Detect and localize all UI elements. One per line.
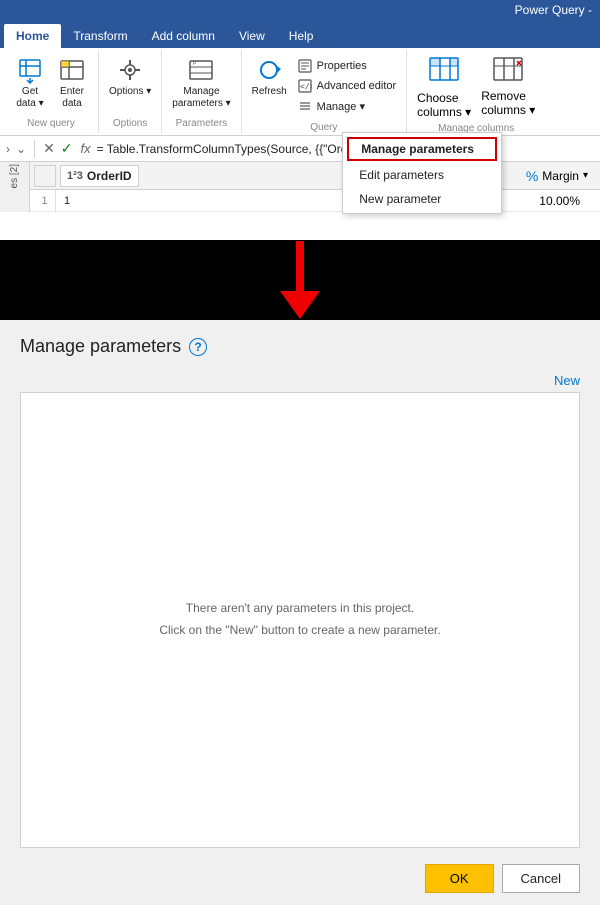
queries-collapse-button[interactable]: ›	[4, 140, 12, 158]
remove-columns-label: Removecolumns ▾	[481, 89, 535, 117]
margin-section: % Margin ▾	[518, 168, 596, 184]
arrow-head	[280, 291, 320, 319]
ok-button[interactable]: OK	[425, 864, 494, 893]
options-button[interactable]: Options ▾	[105, 52, 155, 100]
advanced-editor-icon: </>	[297, 78, 313, 94]
tab-home[interactable]: Home	[4, 24, 61, 48]
arrow-shaft	[296, 241, 304, 291]
column-header-row: 1²3 OrderID % Margin ▾	[30, 162, 600, 190]
advanced-editor-button[interactable]: </> Advanced editor	[293, 76, 401, 96]
manage-parameters-icon: P	[185, 54, 217, 86]
options-group-label: Options	[113, 116, 147, 131]
dialog-body: New There aren't any parameters in this …	[0, 365, 600, 852]
properties-button[interactable]: Properties	[293, 56, 401, 76]
data-row: 1 1 10.00%	[30, 190, 600, 212]
formula-confirm-button[interactable]: ✓	[59, 140, 75, 157]
tab-add-column[interactable]: Add column	[140, 24, 227, 48]
main-content: 1²3 OrderID % Margin ▾ 1 1 10.00%	[30, 162, 600, 212]
properties-icon	[297, 58, 313, 74]
dialog-title: Manage parameters	[20, 336, 181, 357]
margin-dropdown-icon[interactable]: ▾	[583, 170, 588, 181]
new-parameter-menu-item[interactable]: New parameter	[343, 187, 501, 211]
ribbon-group-new-query: Getdata ▾ Enterdata New query	[4, 50, 99, 133]
ribbon-group-query: Refresh Properties	[242, 50, 408, 133]
row-number-1: 1	[34, 190, 56, 212]
ribbon-group-options: Options ▾ Options	[99, 50, 162, 133]
manage-icon	[297, 98, 313, 114]
data-area: es [2] 1²3 OrderID % Margin ▾ 1	[0, 162, 600, 212]
formula-cancel-button[interactable]: ✕	[41, 140, 57, 157]
manage-parameters-button[interactable]: P Manageparameters ▾	[168, 52, 234, 112]
empty-parameters-message: There aren't any parameters in this proj…	[159, 598, 440, 641]
spacer	[20, 369, 400, 392]
parameter-list-area: There aren't any parameters in this proj…	[20, 392, 580, 848]
manage-label: Manage ▾	[317, 100, 365, 113]
margin-label: Margin	[542, 169, 579, 183]
edit-parameters-menu-item[interactable]: Edit parameters	[343, 163, 501, 187]
choose-columns-icon	[428, 54, 460, 91]
queries-label: es [2]	[9, 164, 20, 188]
get-data-button[interactable]: Getdata ▾	[10, 52, 50, 112]
margin-icon: %	[526, 168, 538, 184]
manage-parameters-dialog: Manage parameters ? New There aren't any…	[0, 320, 600, 905]
tab-view[interactable]: View	[227, 24, 277, 48]
get-data-icon	[14, 54, 46, 86]
row-number-header	[34, 165, 56, 187]
svg-text:P: P	[193, 61, 197, 67]
manage-parameters-label: Manageparameters ▾	[172, 86, 230, 110]
remove-columns-button[interactable]: Removecolumns ▾	[477, 52, 539, 119]
properties-label: Properties	[317, 60, 367, 72]
tab-transform[interactable]: Transform	[61, 24, 139, 48]
enter-data-button[interactable]: Enterdata	[52, 52, 92, 112]
formula-expand-button[interactable]: ⌄	[14, 140, 28, 158]
manage-parameters-menu-item[interactable]: Manage parameters	[347, 137, 497, 161]
options-label: Options ▾	[109, 86, 151, 98]
enter-data-icon	[56, 54, 88, 86]
manage-button[interactable]: Manage ▾	[293, 96, 401, 116]
column-header-order-id[interactable]: 1²3 OrderID	[60, 165, 139, 187]
get-data-label: Getdata ▾	[16, 86, 43, 110]
arrow-section	[0, 240, 600, 320]
choose-columns-label: Choosecolumns ▾	[417, 91, 471, 119]
query-right-group: Properties </> Advanced editor	[293, 52, 401, 120]
refresh-label: Refresh	[252, 86, 287, 98]
new-query-group-label: New query	[27, 116, 75, 131]
dialog-footer: OK Cancel	[0, 852, 600, 905]
choose-columns-button[interactable]: Choosecolumns ▾	[413, 52, 475, 121]
query-group-label: Query	[310, 120, 337, 135]
queries-panel: es [2]	[0, 162, 30, 212]
margin-value: 10.00%	[539, 194, 596, 208]
new-parameter-button[interactable]: New	[400, 369, 580, 392]
dialog-help-button[interactable]: ?	[189, 338, 207, 356]
column-type-icon: 1²3	[67, 170, 83, 182]
enter-data-label: Enterdata	[60, 86, 84, 110]
dialog-header: Manage parameters ?	[0, 320, 600, 365]
refresh-button[interactable]: Refresh	[248, 52, 291, 100]
window-title: Power Query -	[515, 3, 592, 17]
ribbon-group-manage-columns: Choosecolumns ▾ Removecolumns ▾	[407, 50, 545, 133]
options-icon	[114, 54, 146, 86]
column-header-label: OrderID	[87, 169, 132, 183]
tab-help[interactable]: Help	[277, 24, 326, 48]
cell-order-id-1: 1	[56, 193, 136, 209]
advanced-editor-label: Advanced editor	[317, 80, 397, 92]
ribbon-group-parameters: P Manageparameters ▾ Parameters Manage p…	[162, 50, 241, 133]
remove-columns-icon	[492, 54, 524, 89]
parameters-group-label: Parameters	[176, 116, 228, 131]
svg-text:</>: </>	[300, 82, 312, 91]
cancel-button[interactable]: Cancel	[502, 864, 580, 893]
formula-bar: › ⌄ ✕ ✓ fx	[0, 136, 600, 162]
parameters-dropdown: Manage parameters Edit parameters New pa…	[342, 132, 502, 214]
refresh-icon	[253, 54, 285, 86]
formula-fx-label: fx	[77, 141, 95, 156]
